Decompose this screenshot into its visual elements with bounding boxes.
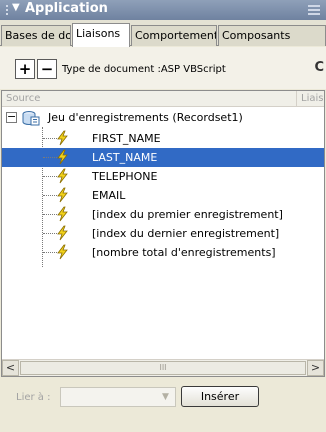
- panel-title: Application: [25, 1, 108, 16]
- horizontal-scrollbar[interactable]: < III >: [2, 359, 324, 376]
- lightning-bolt-icon: [57, 168, 68, 184]
- lightning-bolt-icon: [57, 149, 68, 165]
- scroll-left-button[interactable]: <: [2, 360, 19, 376]
- field-label: FIRST_NAME: [92, 132, 161, 145]
- tab-composants[interactable]: Composants: [218, 25, 326, 46]
- recordset-label: Jeu d'enregistrements (Recordset1): [48, 111, 243, 124]
- field-row-first-record-index[interactable]: [index du premier enregistrement]: [2, 205, 324, 224]
- collapse-minus-icon[interactable]: −: [6, 111, 17, 123]
- drag-grip-icon[interactable]: [5, 4, 9, 16]
- lightning-bolt-icon: [57, 187, 68, 203]
- field-row-last-name[interactable]: LAST_NAME: [2, 148, 324, 167]
- field-row-first-name[interactable]: FIRST_NAME: [2, 129, 324, 148]
- insert-button[interactable]: Insérer: [181, 386, 259, 407]
- field-row-telephone[interactable]: TELEPHONE: [2, 167, 324, 186]
- tab-liaisons[interactable]: Liaisons: [72, 23, 130, 47]
- field-row-email[interactable]: EMAIL: [2, 186, 324, 205]
- remove-binding-button[interactable]: −: [37, 59, 57, 79]
- add-binding-button[interactable]: +: [15, 59, 35, 79]
- bind-to-label: Lier à :: [16, 392, 51, 403]
- refresh-icon[interactable]: C: [314, 60, 324, 75]
- scroll-thumb[interactable]: III: [20, 361, 306, 375]
- column-liaison[interactable]: Liais: [301, 93, 323, 104]
- lightning-bolt-icon: [57, 225, 68, 241]
- field-label: [index du dernier enregistrement]: [92, 227, 280, 240]
- panel-header[interactable]: ▼ Application: [0, 0, 326, 20]
- lightning-bolt-icon: [57, 206, 68, 222]
- field-row-last-record-index[interactable]: [index du dernier enregistrement]: [2, 224, 324, 243]
- field-label: [index du premier enregistrement]: [92, 208, 283, 221]
- field-row-total-records[interactable]: [nombre total d'enregistrements]: [2, 243, 324, 262]
- panel-options-icon[interactable]: [308, 5, 320, 15]
- bottom-bar: Lier à : ▼ Insérer: [0, 379, 326, 432]
- chevron-down-icon[interactable]: ▼: [158, 390, 173, 404]
- bindings-list[interactable]: Source Liais − Jeu d'enregistrements (Re…: [1, 90, 325, 377]
- document-type-label: Type de document :ASP VBScript: [62, 64, 226, 75]
- database-icon: [22, 111, 40, 126]
- field-label: [nombre total d'enregistrements]: [92, 246, 276, 259]
- field-label: TELEPHONE: [92, 170, 158, 183]
- bind-to-select[interactable]: ▼: [60, 387, 176, 407]
- column-divider[interactable]: [296, 91, 297, 107]
- column-headers: Source Liais: [2, 91, 324, 107]
- column-source[interactable]: Source: [6, 93, 40, 104]
- tab-bar: Bases de données Liaisons Comportements …: [0, 20, 326, 47]
- recordset-row[interactable]: − Jeu d'enregistrements (Recordset1): [2, 109, 324, 127]
- toolbar: + − Type de document :ASP VBScript C: [0, 47, 326, 89]
- lightning-bolt-icon: [57, 130, 68, 146]
- field-label: EMAIL: [92, 189, 126, 202]
- tab-bases-de-donnees[interactable]: Bases de données: [1, 25, 71, 46]
- collapse-arrow-icon[interactable]: ▼: [12, 2, 20, 13]
- tab-comportements-serveur[interactable]: Comportements serveur: [131, 25, 217, 46]
- lightning-bolt-icon: [57, 244, 68, 260]
- field-label: LAST_NAME: [92, 151, 158, 164]
- scroll-right-button[interactable]: >: [307, 360, 324, 376]
